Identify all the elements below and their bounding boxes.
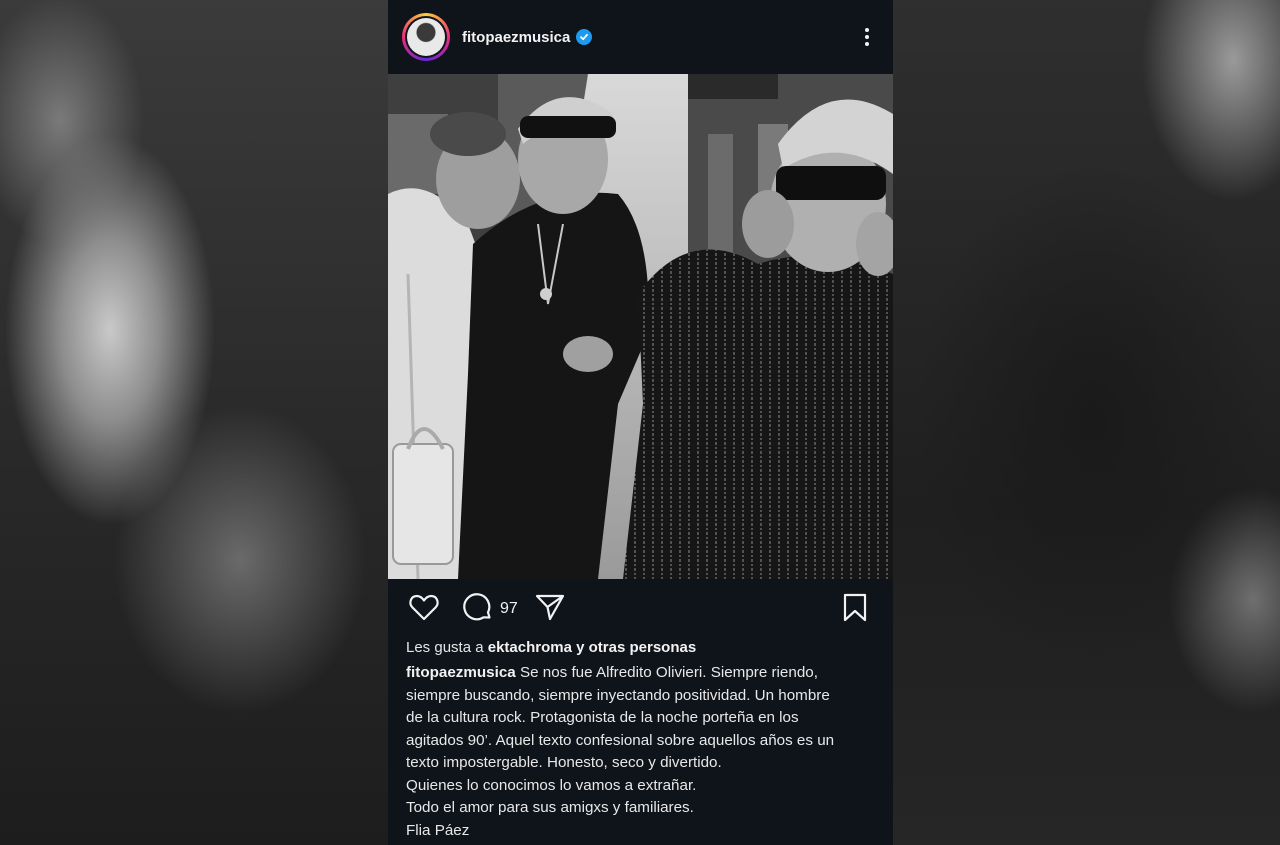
post-actions: 97 xyxy=(388,590,893,628)
likes-user[interactable]: ektachroma xyxy=(488,639,572,656)
likes-suffix[interactable]: y otras personas xyxy=(576,639,696,656)
more-vertical-icon[interactable] xyxy=(855,17,879,57)
blurred-background-left xyxy=(0,0,388,845)
blurred-background-right xyxy=(893,0,1280,845)
likes-prefix: Les gusta a xyxy=(406,639,484,656)
caption-username[interactable]: fitopaezmusica xyxy=(406,664,516,681)
post-username[interactable]: fitopaezmusica xyxy=(462,29,570,46)
likes-summary[interactable]: Les gusta a ektachroma y otras personas xyxy=(406,639,696,656)
post-photo[interactable] xyxy=(388,74,893,579)
caption-line: Todo el amor para sus amigxs y familiare… xyxy=(406,799,694,816)
caption-first-line: Se nos fue Alfredito Olivieri. Siempre r… xyxy=(519,664,818,681)
caption-line: texto impostergable. Honesto, seco y div… xyxy=(406,754,722,771)
heart-icon[interactable] xyxy=(408,592,440,622)
caption-line: siempre buscando, siempre inyectando pos… xyxy=(406,686,830,704)
instagram-post: fitopaezmusica 97 Les gusta a ektachroma… xyxy=(388,0,893,845)
photo-illustration xyxy=(388,74,893,579)
caption-line: fitopaezmusica Se nos fue Alfredito Oliv… xyxy=(406,662,882,685)
caption-line: de la cultura rock. Protagonista de la n… xyxy=(406,709,799,726)
avatar-image xyxy=(407,18,445,56)
caption-line: agitados 90’. Aquel texto confesional so… xyxy=(406,731,835,749)
avatar[interactable] xyxy=(402,13,450,61)
post-caption: fitopaezmusica Se nos fue Alfredito Oliv… xyxy=(406,662,882,842)
post-header: fitopaezmusica xyxy=(388,0,893,74)
caption-line: Quienes lo conocimos lo vamos a extrañar… xyxy=(406,776,697,794)
caption-line: Flia Páez xyxy=(406,821,470,839)
comment-icon[interactable] xyxy=(462,592,494,624)
send-icon[interactable] xyxy=(534,592,566,622)
bookmark-icon[interactable] xyxy=(840,592,870,624)
verified-badge-icon xyxy=(576,29,593,45)
avatar-frame xyxy=(405,16,447,58)
comment-count: 97 xyxy=(500,600,518,617)
